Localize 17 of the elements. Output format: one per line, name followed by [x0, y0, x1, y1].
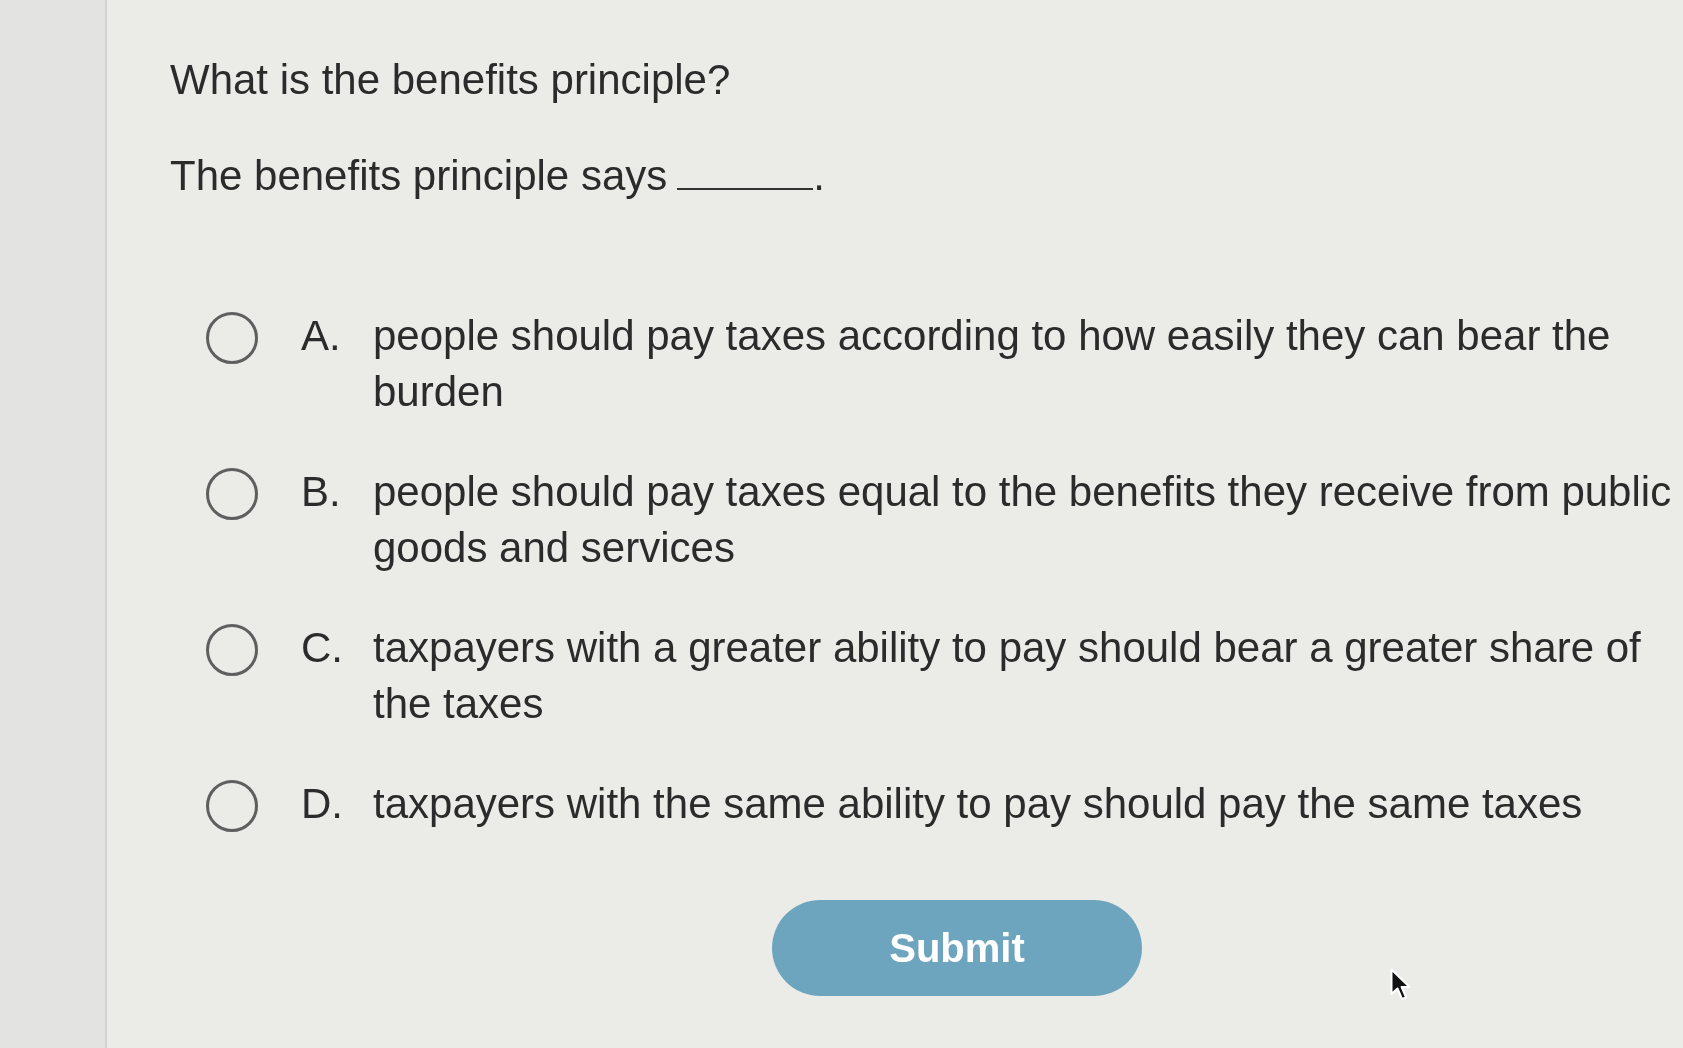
option-text: people should pay taxes according to how easily they can bear the burden	[373, 311, 1612, 417]
radio-button[interactable]	[206, 312, 258, 364]
prompt-text: The benefits principle says	[170, 152, 668, 199]
option-text: taxpayers with a greater ability to pay should bear a greater share of the taxes	[373, 623, 1642, 729]
radio-button[interactable]	[206, 468, 258, 520]
option-letter: C.	[301, 623, 344, 673]
option-letter: A.	[301, 311, 342, 361]
prompt-period: .	[813, 152, 825, 199]
radio-button[interactable]	[206, 624, 258, 676]
submit-button[interactable]: Submit	[772, 900, 1142, 996]
cursor-icon	[1390, 968, 1412, 1002]
option-letter: B.	[301, 467, 342, 517]
option-letter: D.	[301, 779, 344, 829]
question-title: What is the benefits principle?	[170, 55, 732, 105]
radio-button[interactable]	[206, 780, 258, 832]
option-text: people should pay taxes equal to the benefits they receive from public goods and services	[373, 467, 1673, 573]
option-text: taxpayers with the same ability to pay should pay the same taxes	[373, 779, 1584, 829]
